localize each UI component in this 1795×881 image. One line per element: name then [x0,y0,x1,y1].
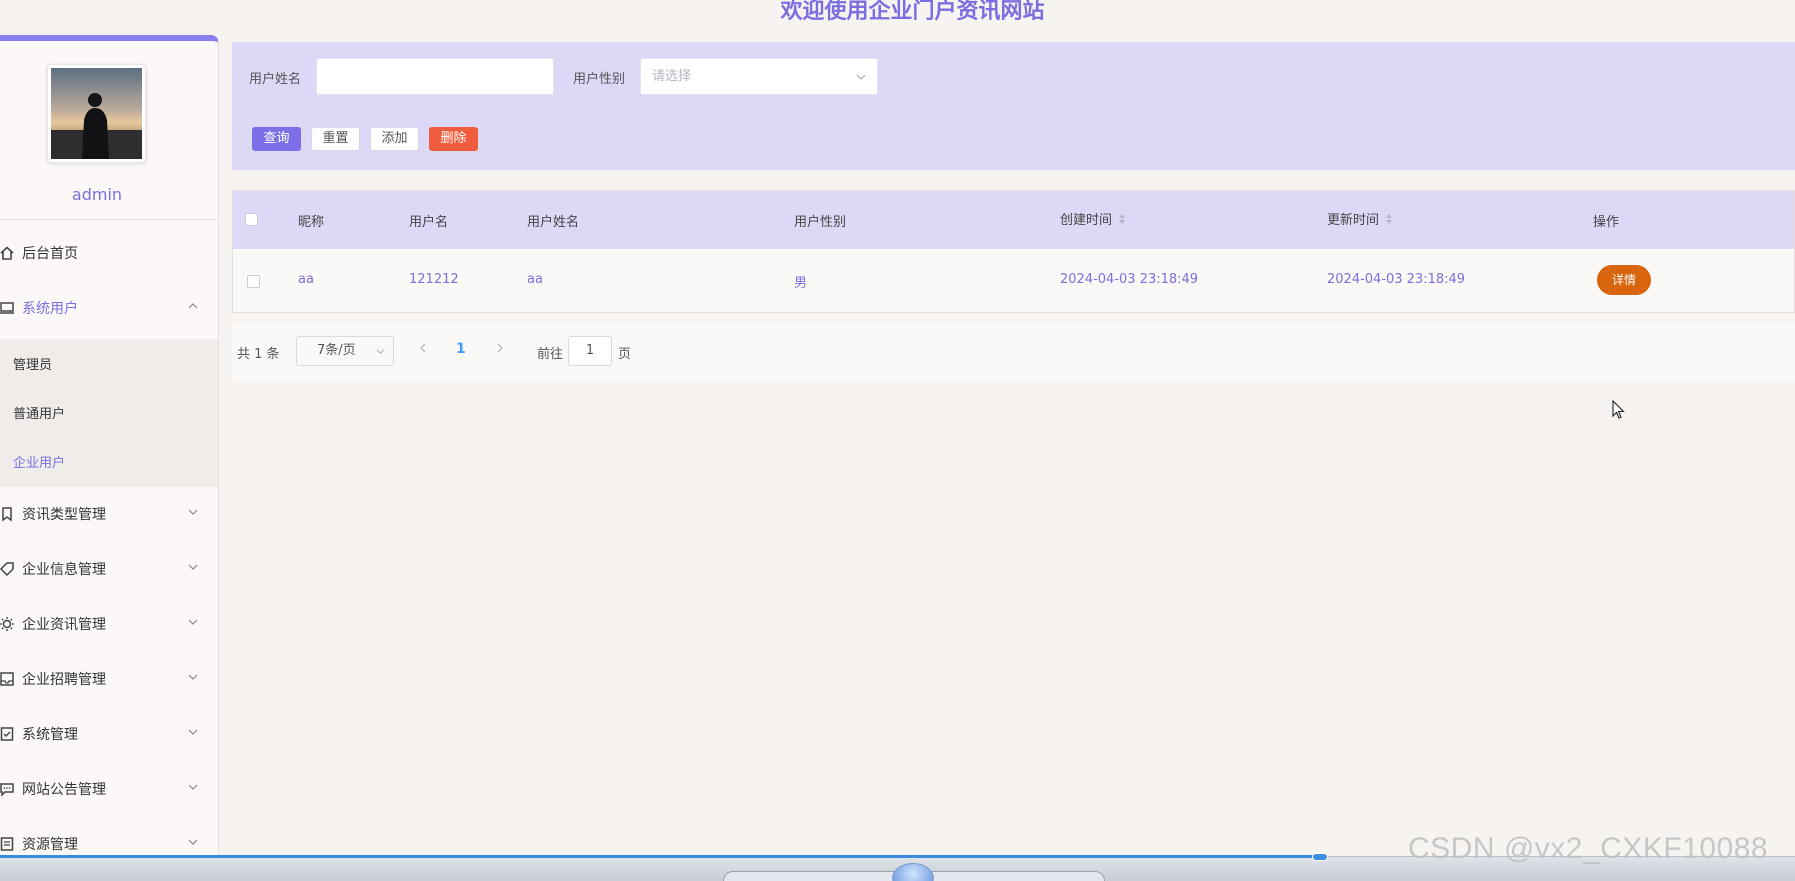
watermark: CSDN @vx2_CXKF10088 [1408,832,1769,865]
monitor-icon [0,300,18,316]
submenu-item-normal-users[interactable]: 普通用户 [0,388,218,437]
page-size-select[interactable]: 7条/页 [296,336,394,366]
chevron-down-icon [376,349,385,355]
message-icon [0,781,18,797]
sidebar-item-company-news[interactable]: 企业资讯管理 [0,597,218,651]
chevron-down-icon [188,509,198,515]
submenu-item-label: 企业用户 [13,456,66,471]
bookmark-icon [0,506,18,522]
video-progress-handle[interactable] [1312,853,1328,861]
sidebar-item-label: 资源管理 [22,837,78,853]
reset-button[interactable]: 重置 [311,127,360,151]
chevron-down-icon [856,74,866,80]
goto-prefix: 前往 [537,347,564,362]
row-checkbox[interactable] [247,275,260,288]
delete-button[interactable]: 删除 [429,127,478,151]
sidebar-item-system-users[interactable]: 系统用户 [0,281,218,335]
sidebar-item-label: 后台首页 [22,246,78,262]
column-header-label: 创建时间 [1060,213,1113,228]
page-size-value: 7条/页 [317,343,356,358]
sidebar-item-label: 系统用户 [22,301,78,317]
sidebar-item-label: 企业信息管理 [22,562,106,578]
tag-icon [0,561,18,577]
home-icon [0,245,18,261]
column-header-actions: 操作 [1593,215,1620,230]
sort-icon[interactable] [1118,213,1126,225]
page-title: 欢迎使用企业门户资讯网站 [780,0,1045,24]
goto-page-input[interactable]: 1 [568,336,612,366]
name-label: 用户姓名 [249,72,302,87]
sidebar-item-company-info[interactable]: 企业信息管理 [0,542,218,596]
name-input[interactable] [316,58,554,95]
avatar[interactable] [47,64,146,163]
chevron-down-icon [188,674,198,680]
sidebar-item-label: 企业资讯管理 [22,617,106,633]
document-icon [0,836,18,852]
page-number-current[interactable]: 1 [456,341,466,357]
chevron-down-icon [188,839,198,845]
submenu-item-enterprise-users[interactable]: 企业用户 [0,437,218,486]
sidebar-item-system-management[interactable]: 系统管理 [0,707,218,761]
avatar-photo [51,68,142,159]
sun-icon [0,616,18,632]
cell-created: 2024-04-03 23:18:49 [1060,272,1199,287]
column-header-nickname[interactable]: 昵称 [298,211,324,230]
sidebar-divider [0,219,218,220]
column-header-label: 更新时间 [1327,213,1380,228]
cell-updated: 2024-04-03 23:18:49 [1327,272,1466,287]
detail-button[interactable]: 详情 [1597,265,1651,295]
sidebar-item-label: 企业招聘管理 [22,672,106,688]
system-users-submenu: 管理员 普通用户 企业用户 [0,339,218,487]
table-header: 昵称 用户名 用户姓名 用户性别 创建时间 更新时间 操作 [233,191,1794,249]
column-header-updated[interactable]: 更新时间 [1327,209,1393,228]
inbox-icon [0,671,18,687]
column-header-gender[interactable]: 用户性别 [794,211,846,230]
submenu-item-label: 普通用户 [13,407,66,422]
sidebar-item-news-types[interactable]: 资讯类型管理 [0,487,218,541]
chevron-down-icon [188,619,198,625]
cell-nickname: aa [298,272,314,287]
chevron-down-icon [188,564,198,570]
search-panel: 用户姓名 用户性别 请选择 查询 重置 添加 删除 [232,42,1795,170]
admin-username: admin [71,185,123,204]
gender-select[interactable]: 请选择 [640,58,878,95]
prev-page-icon[interactable] [417,342,429,354]
sidebar: admin 后台首页 系统用户 管理员 普通用户 企业用户 资讯类型管理 企业信… [0,35,219,881]
sidebar-item-company-recruitment[interactable]: 企业招聘管理 [0,652,218,706]
select-all-checkbox[interactable] [245,213,258,226]
cell-username: 121212 [409,272,459,287]
chevron-down-icon [188,729,198,735]
goto-suffix: 页 [618,347,632,362]
video-progress-played[interactable] [0,855,1318,858]
chevron-up-icon [188,303,198,309]
sidebar-item-label: 网站公告管理 [22,782,106,798]
next-page-icon[interactable] [494,342,506,354]
submenu-item-label: 管理员 [13,358,53,373]
add-button[interactable]: 添加 [370,127,419,151]
chevron-down-icon [188,784,198,790]
column-header-realname[interactable]: 用户姓名 [527,211,579,230]
column-header-username[interactable]: 用户名 [409,211,448,230]
cell-gender: 男 [794,276,808,291]
query-button[interactable]: 查询 [252,127,301,151]
checklist-icon [0,726,18,742]
sort-icon[interactable] [1385,213,1393,225]
sidebar-item-label: 系统管理 [22,727,78,743]
gender-label: 用户性别 [573,72,626,87]
total-count: 共 1 条 [237,347,280,362]
cell-realname: aa [527,272,543,287]
column-header-created[interactable]: 创建时间 [1060,209,1126,228]
data-table: 昵称 用户名 用户姓名 用户性别 创建时间 更新时间 操作 aa 121212 … [232,190,1795,313]
submenu-item-admin[interactable]: 管理员 [0,339,218,388]
gender-placeholder: 请选择 [652,69,692,84]
mouse-cursor-icon [1612,400,1625,419]
sidebar-item-announcements[interactable]: 网站公告管理 [0,762,218,816]
pagination: 共 1 条 7条/页 1 前往 1 页 [232,323,1795,381]
sidebar-item-label: 资讯类型管理 [22,507,106,523]
sidebar-item-home[interactable]: 后台首页 [0,226,218,280]
